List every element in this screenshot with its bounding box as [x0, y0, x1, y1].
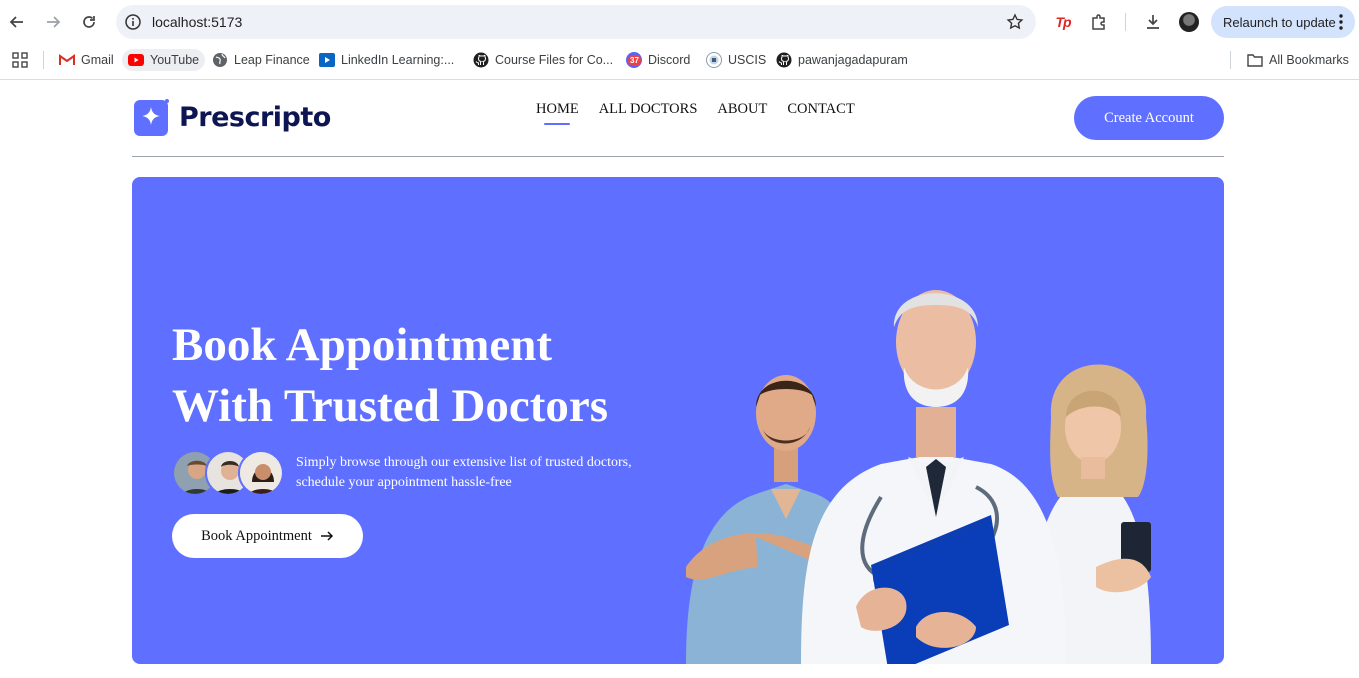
bookmark-label: USCIS [728, 53, 767, 67]
folder-icon [1247, 52, 1263, 68]
bookmark-course-files[interactable]: Course Files for Co... [473, 49, 613, 71]
relaunch-button[interactable]: Relaunch to update [1211, 6, 1355, 38]
group-profiles [172, 450, 284, 498]
nav-home[interactable]: HOME [536, 101, 579, 118]
bookmark-linkedin-learning[interactable]: LinkedIn Learning:... [319, 49, 454, 71]
bookmark-label: Gmail [81, 53, 114, 67]
hero-description-line-1: Simply browse through our extensive list… [296, 455, 632, 470]
bookmarks-divider [1230, 51, 1231, 69]
reload-icon[interactable] [77, 10, 101, 34]
bookmark-youtube[interactable]: YouTube [122, 49, 206, 71]
forward-icon[interactable] [41, 10, 65, 34]
bookmark-gmail[interactable]: Gmail [59, 49, 114, 71]
arrow-right-icon [320, 531, 333, 541]
relaunch-label: Relaunch to update [1223, 14, 1336, 30]
main-nav: HOME ALL DOCTORS ABOUT CONTACT [536, 101, 875, 118]
extensions-puzzle-icon[interactable] [1088, 11, 1110, 33]
toolbar-divider [1125, 13, 1126, 31]
doctors-group-image [686, 290, 1151, 664]
bookmarks-bar: Gmail YouTube Leap Finance LinkedIn Lear… [0, 44, 1359, 74]
all-bookmarks-label: All Bookmarks [1269, 53, 1349, 67]
uscis-icon [706, 52, 722, 68]
profile-avatar[interactable] [1179, 12, 1199, 32]
bookmark-pawanjagadapuram[interactable]: pawanjagadapuram [776, 49, 908, 71]
globe-icon [212, 52, 228, 68]
bookmark-label: pawanjagadapuram [798, 53, 908, 67]
bookmark-label: LinkedIn Learning:... [341, 53, 455, 67]
hero-title-line-2: With Trusted Doctors [172, 380, 609, 432]
bookmark-leap-finance[interactable]: Leap Finance [212, 49, 310, 71]
browser-toolbar: localhost:5173 Tp Relaunch to update [0, 0, 1359, 44]
nav-about[interactable]: ABOUT [717, 101, 767, 118]
book-appointment-button[interactable]: Book Appointment [172, 514, 363, 558]
address-bar[interactable]: localhost:5173 [116, 5, 1036, 39]
bookmark-label: Discord [648, 53, 691, 67]
back-icon[interactable] [5, 10, 29, 34]
discord-icon: 37 [626, 52, 642, 68]
bookmark-label: YouTube [150, 53, 200, 67]
hero-description-line-2: schedule your appointment hassle-free [296, 475, 512, 490]
hero-banner: Book Appointment With Trusted Doctors Si… [132, 177, 1224, 664]
bookmark-label: Leap Finance [234, 53, 310, 67]
hero-title-line-1: Book Appointment [172, 319, 553, 371]
profile-avatar-3 [238, 450, 284, 496]
logo[interactable]: Prescripto [132, 98, 331, 136]
gmail-icon [59, 52, 75, 68]
nav-contact[interactable]: CONTACT [787, 101, 854, 118]
bookmark-discord[interactable]: 37 Discord [626, 49, 690, 71]
hero-title: Book Appointment With Trusted Doctors [172, 315, 608, 437]
site-header: Prescripto HOME ALL DOCTORS ABOUT CONTAC… [132, 80, 1224, 157]
github-icon [776, 52, 792, 68]
tp-extension-icon[interactable]: Tp [1052, 11, 1074, 33]
nav-all-doctors[interactable]: ALL DOCTORS [599, 101, 698, 118]
url-text: localhost:5173 [152, 14, 243, 30]
menu-dots-icon[interactable] [1339, 14, 1343, 30]
linkedin-learning-icon [319, 52, 335, 68]
download-icon[interactable] [1142, 11, 1164, 33]
book-appointment-label: Book Appointment [201, 527, 312, 544]
bookmark-uscis[interactable]: USCIS [706, 49, 766, 71]
hero-description: Simply browse through our extensive list… [296, 453, 656, 493]
logo-icon [134, 99, 169, 136]
discord-badge: 37 [628, 55, 641, 66]
youtube-icon [128, 52, 144, 68]
all-bookmarks[interactable]: All Bookmarks [1247, 49, 1349, 71]
bookmarks-divider [43, 51, 44, 69]
logo-text: Prescripto [179, 101, 331, 133]
site-info-icon[interactable] [124, 13, 142, 31]
github-icon [473, 52, 489, 68]
bookmark-star-icon[interactable] [1006, 13, 1024, 31]
bookmark-label: Course Files for Co... [495, 53, 614, 67]
create-account-button[interactable]: Create Account [1074, 96, 1224, 140]
apps-grid-icon[interactable] [12, 49, 28, 71]
doctor-center [801, 290, 1066, 664]
